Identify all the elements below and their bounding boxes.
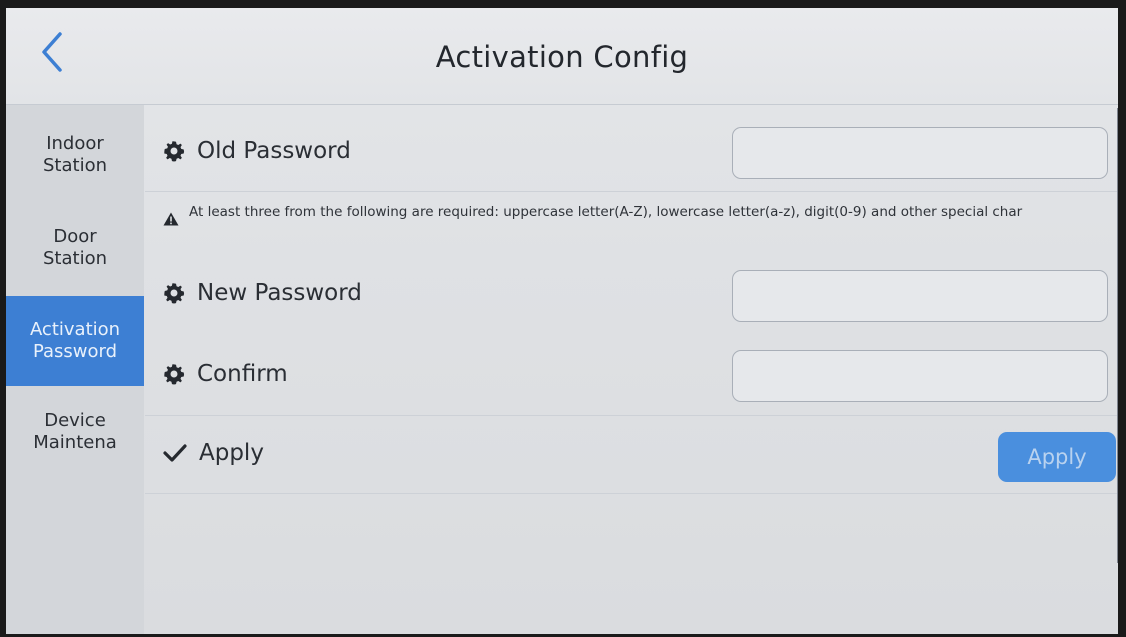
- confirm-label: Confirm: [163, 361, 288, 387]
- divider: [145, 493, 1118, 494]
- apply-button[interactable]: Apply: [998, 432, 1116, 482]
- sidebar: Indoor Station Door Station Activation P…: [6, 105, 144, 634]
- divider: [145, 191, 1118, 192]
- gear-icon: [164, 364, 185, 385]
- old-password-label: Old Password: [163, 138, 351, 164]
- sidebar-item-activation-password[interactable]: Activation Password: [6, 296, 144, 386]
- old-password-input[interactable]: [732, 127, 1108, 179]
- apply-label: Apply: [163, 440, 264, 466]
- sidebar-item-indoor-station[interactable]: Indoor Station: [6, 133, 144, 177]
- confirm-text: Confirm: [197, 361, 288, 387]
- sidebar-item-door-station[interactable]: Door Station: [6, 226, 144, 270]
- warning-icon: [163, 212, 179, 226]
- apply-text: Apply: [199, 440, 264, 466]
- content-panel: Old Password At least three from the fol…: [145, 105, 1118, 634]
- new-password-input[interactable]: [732, 270, 1108, 322]
- sidebar-item-device-maintenance[interactable]: Device Maintena: [6, 410, 144, 454]
- new-password-text: New Password: [197, 280, 362, 306]
- password-requirements-notice: At least three from the following are re…: [163, 205, 1113, 226]
- divider: [145, 415, 1118, 416]
- screen: Activation Config Indoor Station Door St…: [6, 8, 1118, 634]
- confirm-password-input[interactable]: [732, 350, 1108, 402]
- check-icon: [163, 444, 187, 462]
- new-password-label: New Password: [163, 280, 362, 306]
- header: Activation Config: [6, 8, 1118, 105]
- gear-icon: [164, 141, 185, 162]
- old-password-text: Old Password: [197, 138, 351, 164]
- notice-text: At least three from the following are re…: [189, 204, 1023, 220]
- gear-icon: [164, 283, 185, 304]
- page-title: Activation Config: [435, 40, 689, 74]
- scrollbar[interactable]: [1117, 108, 1118, 563]
